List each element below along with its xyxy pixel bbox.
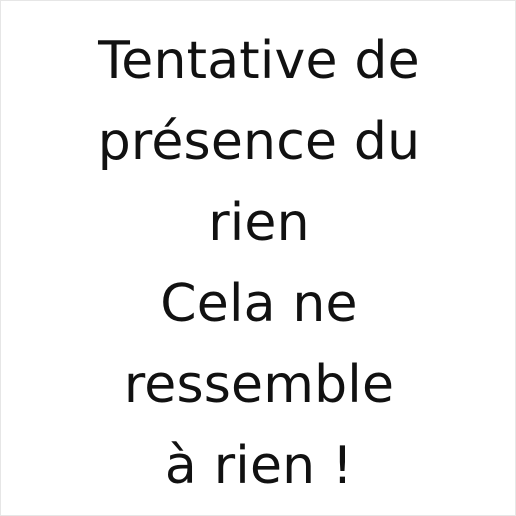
image-canvas: Tentative de présence du rien Cela ne re… — [0, 0, 516, 516]
text-line-4: Cela ne — [160, 274, 358, 334]
text-line-5: ressemble — [123, 355, 395, 415]
text-line-6: à rien ! — [164, 436, 354, 496]
text-block: Tentative de présence du rien Cela ne re… — [1, 21, 516, 507]
text-line-3: rien — [208, 193, 310, 253]
text-line-1: Tentative de — [98, 31, 420, 91]
text-line-2: présence du — [97, 112, 421, 172]
